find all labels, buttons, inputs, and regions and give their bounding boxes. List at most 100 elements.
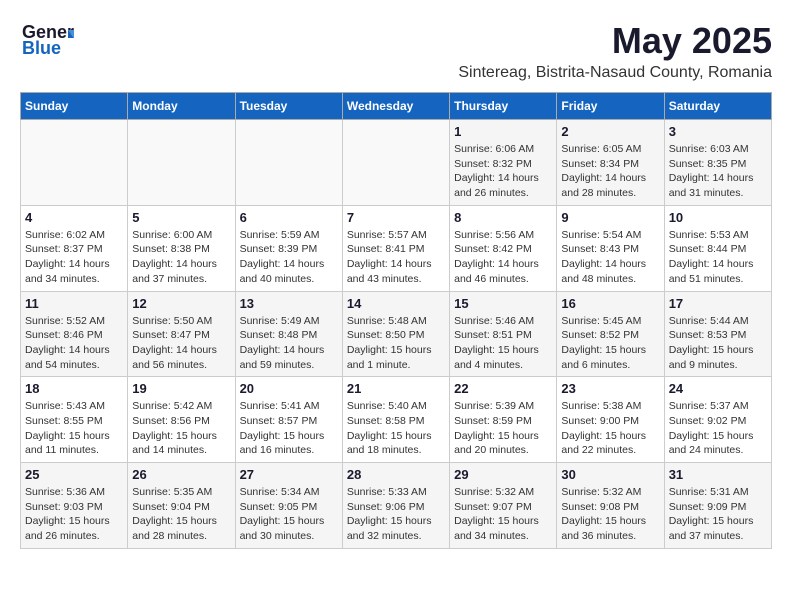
day-info: Sunrise: 6:03 AMSunset: 8:35 PMDaylight:… bbox=[669, 142, 767, 201]
day-info: Sunrise: 5:54 AMSunset: 8:43 PMDaylight:… bbox=[561, 228, 659, 287]
day-number: 27 bbox=[240, 467, 338, 482]
calendar-cell: 19 Sunrise: 5:42 AMSunset: 8:56 PMDayligh… bbox=[128, 377, 235, 463]
calendar-cell: 22 Sunrise: 5:39 AMSunset: 8:59 PMDayligh… bbox=[450, 377, 557, 463]
day-info: Sunrise: 5:37 AMSunset: 9:02 PMDaylight:… bbox=[669, 399, 767, 458]
day-number: 7 bbox=[347, 210, 445, 225]
day-number: 25 bbox=[25, 467, 123, 482]
day-number: 15 bbox=[454, 296, 552, 311]
weekday-header-tuesday: Tuesday bbox=[235, 93, 342, 120]
calendar-cell: 14 Sunrise: 5:48 AMSunset: 8:50 PMDayligh… bbox=[342, 291, 449, 377]
day-number: 11 bbox=[25, 296, 123, 311]
title-area: May 2025 Sintereag, Bistrita-Nasaud Coun… bbox=[458, 20, 772, 82]
day-info: Sunrise: 5:31 AMSunset: 9:09 PMDaylight:… bbox=[669, 485, 767, 544]
day-number: 2 bbox=[561, 124, 659, 139]
day-info: Sunrise: 5:56 AMSunset: 8:42 PMDaylight:… bbox=[454, 228, 552, 287]
day-number: 9 bbox=[561, 210, 659, 225]
day-info: Sunrise: 5:44 AMSunset: 8:53 PMDaylight:… bbox=[669, 314, 767, 373]
day-info: Sunrise: 6:05 AMSunset: 8:34 PMDaylight:… bbox=[561, 142, 659, 201]
day-info: Sunrise: 6:02 AMSunset: 8:37 PMDaylight:… bbox=[25, 228, 123, 287]
day-info: Sunrise: 5:36 AMSunset: 9:03 PMDaylight:… bbox=[25, 485, 123, 544]
calendar-cell bbox=[342, 120, 449, 206]
calendar-week-2: 4Sunrise: 6:02 AMSunset: 8:37 PMDaylight… bbox=[21, 205, 772, 291]
day-number: 24 bbox=[669, 381, 767, 396]
day-number: 18 bbox=[25, 381, 123, 396]
day-info: Sunrise: 5:34 AMSunset: 9:05 PMDaylight:… bbox=[240, 485, 338, 544]
day-info: Sunrise: 5:59 AMSunset: 8:39 PMDaylight:… bbox=[240, 228, 338, 287]
day-info: Sunrise: 5:41 AMSunset: 8:57 PMDaylight:… bbox=[240, 399, 338, 458]
calendar-cell: 17Sunrise: 5:44 AMSunset: 8:53 PMDayligh… bbox=[664, 291, 771, 377]
calendar-cell: 25 Sunrise: 5:36 AMSunset: 9:03 PMDayligh… bbox=[21, 463, 128, 549]
day-info: Sunrise: 5:32 AMSunset: 9:07 PMDaylight:… bbox=[454, 485, 552, 544]
calendar-cell: 5 Sunrise: 6:00 AMSunset: 8:38 PMDaylight… bbox=[128, 205, 235, 291]
calendar-cell: 7 Sunrise: 5:57 AMSunset: 8:41 PMDaylight… bbox=[342, 205, 449, 291]
day-info: Sunrise: 6:00 AMSunset: 8:38 PMDaylight:… bbox=[132, 228, 230, 287]
calendar-header: General Blue May 2025 Sintereag, Bistrit… bbox=[20, 20, 772, 82]
day-number: 31 bbox=[669, 467, 767, 482]
calendar-cell: 12Sunrise: 5:50 AMSunset: 8:47 PMDayligh… bbox=[128, 291, 235, 377]
day-number: 13 bbox=[240, 296, 338, 311]
day-number: 26 bbox=[132, 467, 230, 482]
day-info: Sunrise: 5:43 AMSunset: 8:55 PMDaylight:… bbox=[25, 399, 123, 458]
day-info: Sunrise: 5:35 AMSunset: 9:04 PMDaylight:… bbox=[132, 485, 230, 544]
day-info: Sunrise: 5:57 AMSunset: 8:41 PMDaylight:… bbox=[347, 228, 445, 287]
day-number: 6 bbox=[240, 210, 338, 225]
svg-text:Blue: Blue bbox=[22, 38, 61, 58]
weekday-header-thursday: Thursday bbox=[450, 93, 557, 120]
calendar-cell: 21 Sunrise: 5:40 AMSunset: 8:58 PMDayligh… bbox=[342, 377, 449, 463]
day-number: 19 bbox=[132, 381, 230, 396]
calendar-cell: 11 Sunrise: 5:52 AMSunset: 8:46 PMDayligh… bbox=[21, 291, 128, 377]
day-info: Sunrise: 5:39 AMSunset: 8:59 PMDaylight:… bbox=[454, 399, 552, 458]
day-info: Sunrise: 5:49 AMSunset: 8:48 PMDaylight:… bbox=[240, 314, 338, 373]
logo: General Blue bbox=[20, 20, 74, 58]
calendar-week-5: 25 Sunrise: 5:36 AMSunset: 9:03 PMDayligh… bbox=[21, 463, 772, 549]
calendar-cell: 31 Sunrise: 5:31 AMSunset: 9:09 PMDayligh… bbox=[664, 463, 771, 549]
calendar-cell bbox=[21, 120, 128, 206]
day-number: 20 bbox=[240, 381, 338, 396]
day-info: Sunrise: 5:40 AMSunset: 8:58 PMDaylight:… bbox=[347, 399, 445, 458]
calendar-cell: 13 Sunrise: 5:49 AMSunset: 8:48 PMDayligh… bbox=[235, 291, 342, 377]
calendar-cell: 2 Sunrise: 6:05 AMSunset: 8:34 PMDaylight… bbox=[557, 120, 664, 206]
calendar-cell: 29 Sunrise: 5:32 AMSunset: 9:07 PMDayligh… bbox=[450, 463, 557, 549]
day-info: Sunrise: 5:42 AMSunset: 8:56 PMDaylight:… bbox=[132, 399, 230, 458]
day-info: Sunrise: 5:52 AMSunset: 8:46 PMDaylight:… bbox=[25, 314, 123, 373]
day-info: Sunrise: 5:32 AMSunset: 9:08 PMDaylight:… bbox=[561, 485, 659, 544]
calendar-table: SundayMondayTuesdayWednesdayThursdayFrid… bbox=[20, 92, 772, 549]
day-number: 16 bbox=[561, 296, 659, 311]
day-number: 1 bbox=[454, 124, 552, 139]
day-number: 30 bbox=[561, 467, 659, 482]
day-info: Sunrise: 6:06 AMSunset: 8:32 PMDaylight:… bbox=[454, 142, 552, 201]
day-info: Sunrise: 5:45 AMSunset: 8:52 PMDaylight:… bbox=[561, 314, 659, 373]
day-number: 5 bbox=[132, 210, 230, 225]
day-info: Sunrise: 5:50 AMSunset: 8:47 PMDaylight:… bbox=[132, 314, 230, 373]
weekday-header-friday: Friday bbox=[557, 93, 664, 120]
calendar-week-1: 1 Sunrise: 6:06 AMSunset: 8:32 PMDaylight… bbox=[21, 120, 772, 206]
calendar-cell bbox=[235, 120, 342, 206]
calendar-cell: 9 Sunrise: 5:54 AMSunset: 8:43 PMDaylight… bbox=[557, 205, 664, 291]
calendar-week-4: 18 Sunrise: 5:43 AMSunset: 8:55 PMDayligh… bbox=[21, 377, 772, 463]
day-number: 21 bbox=[347, 381, 445, 396]
day-info: Sunrise: 5:38 AMSunset: 9:00 PMDaylight:… bbox=[561, 399, 659, 458]
day-number: 29 bbox=[454, 467, 552, 482]
calendar-cell: 1 Sunrise: 6:06 AMSunset: 8:32 PMDaylight… bbox=[450, 120, 557, 206]
calendar-cell: 28Sunrise: 5:33 AMSunset: 9:06 PMDayligh… bbox=[342, 463, 449, 549]
calendar-cell: 4Sunrise: 6:02 AMSunset: 8:37 PMDaylight… bbox=[21, 205, 128, 291]
day-number: 3 bbox=[669, 124, 767, 139]
calendar-cell bbox=[128, 120, 235, 206]
calendar-cell: 15Sunrise: 5:46 AMSunset: 8:51 PMDayligh… bbox=[450, 291, 557, 377]
calendar-subtitle: Sintereag, Bistrita-Nasaud County, Roman… bbox=[458, 64, 772, 82]
calendar-cell: 10Sunrise: 5:53 AMSunset: 8:44 PMDayligh… bbox=[664, 205, 771, 291]
day-info: Sunrise: 5:48 AMSunset: 8:50 PMDaylight:… bbox=[347, 314, 445, 373]
day-number: 28 bbox=[347, 467, 445, 482]
calendar-cell: 20 Sunrise: 5:41 AMSunset: 8:57 PMDayligh… bbox=[235, 377, 342, 463]
day-number: 10 bbox=[669, 210, 767, 225]
calendar-cell: 6 Sunrise: 5:59 AMSunset: 8:39 PMDaylight… bbox=[235, 205, 342, 291]
calendar-cell: 23 Sunrise: 5:38 AMSunset: 9:00 PMDayligh… bbox=[557, 377, 664, 463]
calendar-title: May 2025 bbox=[458, 20, 772, 62]
calendar-cell: 18 Sunrise: 5:43 AMSunset: 8:55 PMDayligh… bbox=[21, 377, 128, 463]
weekday-header-wednesday: Wednesday bbox=[342, 93, 449, 120]
day-number: 22 bbox=[454, 381, 552, 396]
day-number: 23 bbox=[561, 381, 659, 396]
weekday-header-monday: Monday bbox=[128, 93, 235, 120]
calendar-cell: 8Sunrise: 5:56 AMSunset: 8:42 PMDaylight… bbox=[450, 205, 557, 291]
day-number: 14 bbox=[347, 296, 445, 311]
